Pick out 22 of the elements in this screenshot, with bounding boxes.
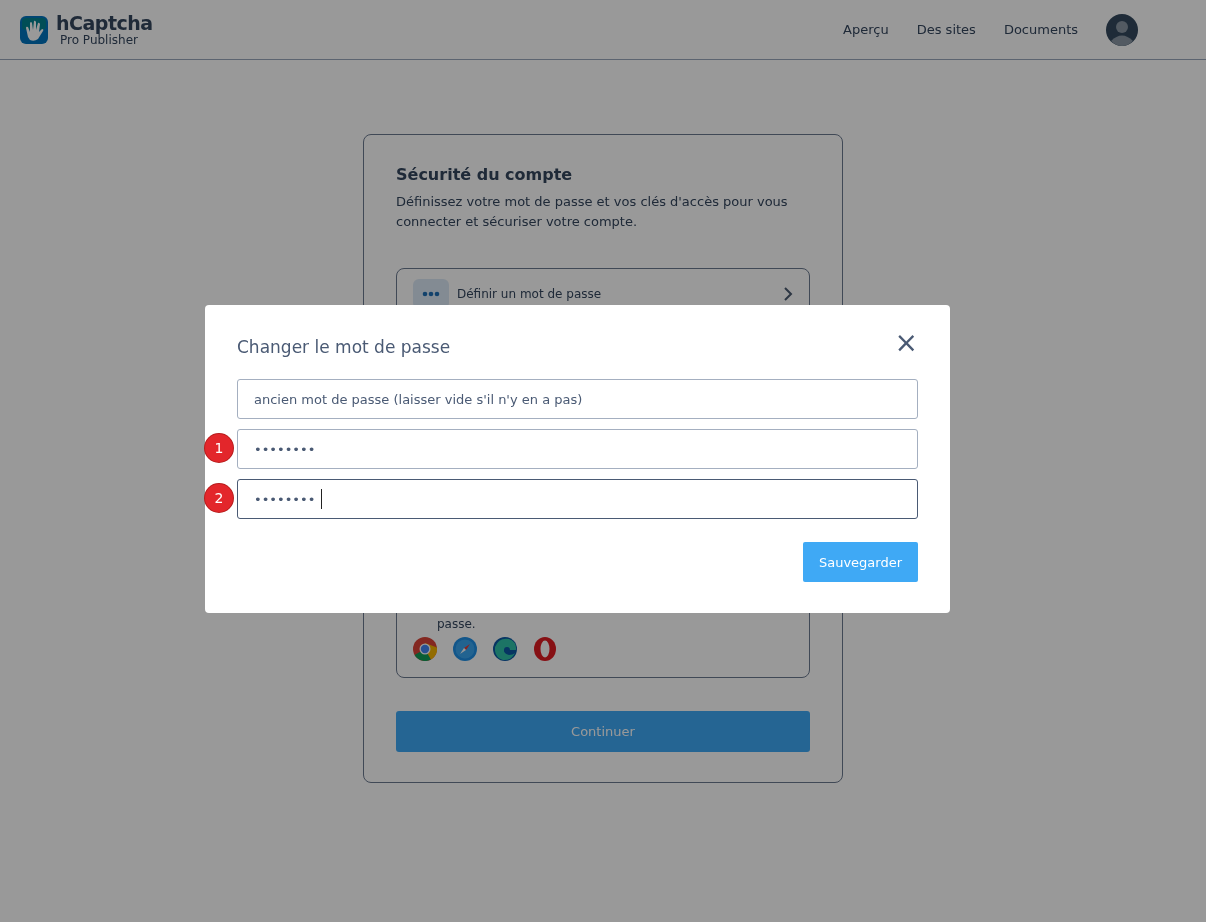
- note-text: passe.: [437, 617, 477, 631]
- card-title: Sécurité du compte: [396, 165, 574, 184]
- option-label[interactable]: Définir un mot de passe: [457, 287, 775, 301]
- chevron-right-icon[interactable]: [783, 286, 793, 302]
- avatar-icon[interactable]: [1106, 13, 1138, 46]
- edge-browser-icon: [493, 637, 517, 661]
- brand-subtitle: Pro Publisher: [60, 33, 138, 46]
- step-marker: 2: [205, 484, 233, 512]
- brand-name: hCaptcha: [56, 13, 153, 33]
- password-field[interactable]: ••••••••: [237, 479, 918, 519]
- opera-icon: [533, 637, 557, 661]
- nav-link[interactable]: Documents: [1003, 22, 1078, 37]
- step-marker: 1: [205, 434, 233, 462]
- card-description: Définissez votre mot de passe et vos clés d'accès pour vous connecter et sécuriser votre compte.: [396, 193, 789, 231]
- compass-icon: [453, 637, 477, 661]
- close-button[interactable]: ×: [894, 331, 918, 355]
- chrome-icon: [413, 637, 437, 661]
- password-field[interactable]: ••••••••: [237, 429, 918, 469]
- nav-link[interactable]: Des sites: [916, 22, 976, 37]
- dialog-title: Changer le mot de passe: [237, 337, 451, 357]
- password-field[interactable]: ancien mot de passe (laisser vide s'il n'y en a pas): [237, 379, 918, 419]
- nav-link[interactable]: Aperçu: [843, 22, 889, 37]
